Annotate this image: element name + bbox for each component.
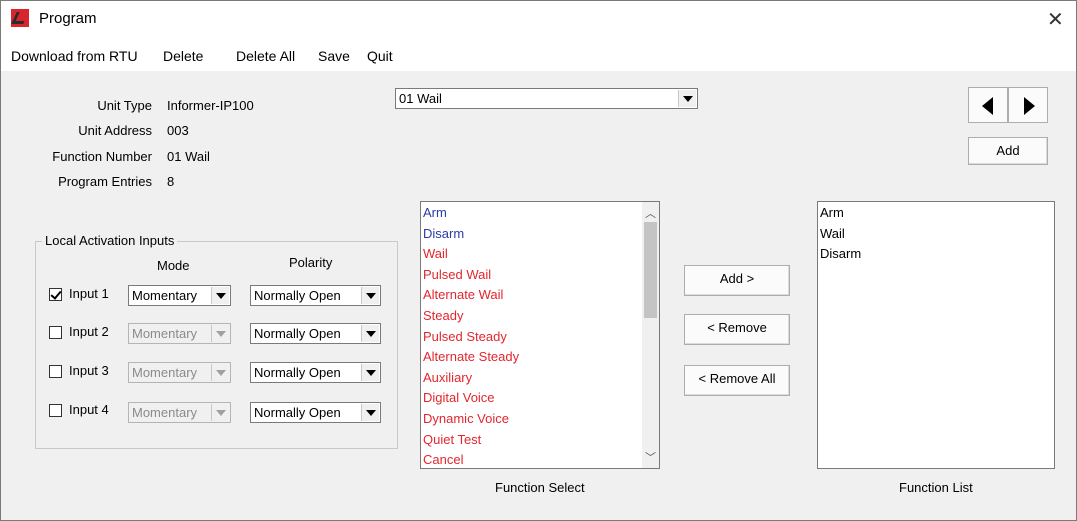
- menu-bar: Download from RTU Delete Delete All Save…: [1, 39, 1076, 71]
- function-select-item[interactable]: Disarm: [423, 226, 464, 242]
- function-select-item[interactable]: Quiet Test: [423, 432, 481, 448]
- input-3-mode-select: Momentary: [128, 362, 231, 383]
- function-select-item[interactable]: Auxiliary: [423, 370, 472, 386]
- function-select-item[interactable]: Dynamic Voice: [423, 411, 509, 427]
- input-2-mode-value: Momentary: [132, 326, 198, 341]
- title-bar: Program ✕: [1, 1, 1076, 39]
- input-4-label: Input 4: [69, 402, 109, 417]
- input-4-checkbox[interactable]: [49, 404, 62, 417]
- function-dropdown[interactable]: 01 Wail: [395, 88, 698, 109]
- input-1-checkbox[interactable]: [49, 288, 62, 301]
- chevron-down-icon: [211, 325, 229, 342]
- input-1-mode-select[interactable]: Momentary: [128, 285, 231, 306]
- scroll-up-icon[interactable]: ︿: [645, 205, 656, 221]
- polarity-header: Polarity: [289, 255, 333, 270]
- function-select-item[interactable]: Steady: [423, 308, 463, 324]
- chevron-down-icon[interactable]: [361, 364, 379, 381]
- add-item-button[interactable]: Add >: [684, 265, 790, 296]
- input-3-checkbox[interactable]: [49, 365, 62, 378]
- close-icon[interactable]: ✕: [1047, 7, 1064, 32]
- menu-download-from-rtu[interactable]: Download from RTU: [11, 48, 138, 64]
- remove-button[interactable]: < Remove: [684, 314, 790, 345]
- input-3-label: Input 3: [69, 363, 109, 378]
- input-3-mode-value: Momentary: [132, 365, 198, 380]
- input-2-checkbox[interactable]: [49, 326, 62, 339]
- input-2-label: Input 2: [69, 324, 109, 339]
- menu-save[interactable]: Save: [318, 48, 350, 64]
- function-select-item[interactable]: Wail: [423, 246, 448, 262]
- chevron-down-icon: [211, 364, 229, 381]
- input-3-polarity-value: Normally Open: [254, 365, 341, 380]
- remove-all-button[interactable]: < Remove All: [684, 365, 790, 396]
- function-number-value: 01 Wail: [167, 149, 210, 164]
- menu-quit[interactable]: Quit: [367, 48, 393, 64]
- function-select-item[interactable]: Pulsed Wail: [423, 267, 491, 283]
- function-select-item[interactable]: Arm: [423, 205, 447, 221]
- add-function-label: Add: [996, 143, 1020, 158]
- remove-all-label: < Remove All: [698, 371, 776, 386]
- scroll-thumb[interactable]: [644, 222, 657, 318]
- unit-address-value: 003: [167, 123, 189, 138]
- program-entries-value: 8: [167, 174, 175, 189]
- function-select-item[interactable]: Alternate Steady: [423, 349, 519, 365]
- function-select-item[interactable]: Digital Voice: [423, 390, 495, 406]
- arrow-left-icon: [982, 97, 993, 115]
- function-list-item[interactable]: Wail: [820, 226, 845, 242]
- chevron-down-icon[interactable]: [361, 325, 379, 342]
- function-list-item[interactable]: Arm: [820, 205, 844, 221]
- add-item-label: Add >: [719, 271, 755, 286]
- function-select-list[interactable]: ︿ ﹀ Arm Disarm Wail Pulsed Wail Alternate Wa…: [420, 201, 660, 469]
- remove-label: < Remove: [707, 320, 767, 335]
- input-4-mode-value: Momentary: [132, 405, 198, 420]
- arrow-right-icon: [1024, 97, 1035, 115]
- program-window: Program ✕ Download from RTU Delete Delet…: [0, 0, 1077, 521]
- function-number-label: Function Number: [52, 149, 152, 164]
- input-1-label: Input 1: [69, 286, 109, 301]
- chevron-down-icon: [211, 404, 229, 421]
- scroll-down-icon[interactable]: ﹀: [645, 449, 656, 465]
- next-button[interactable]: [1008, 87, 1048, 123]
- function-list[interactable]: Arm Wail Disarm: [817, 201, 1055, 469]
- function-dropdown-value: 01 Wail: [399, 91, 442, 106]
- app-logo-icon: [11, 9, 29, 27]
- input-1-mode-value: Momentary: [132, 288, 198, 303]
- window-title: Program: [39, 10, 97, 27]
- chevron-down-icon[interactable]: [211, 287, 229, 304]
- function-select-item[interactable]: Alternate Wail: [423, 287, 503, 303]
- menu-delete[interactable]: Delete: [163, 48, 203, 64]
- function-select-item[interactable]: Cancel: [423, 452, 463, 468]
- function-select-item[interactable]: Pulsed Steady: [423, 329, 507, 345]
- local-activation-inputs-title: Local Activation Inputs: [42, 233, 178, 248]
- input-1-polarity-value: Normally Open: [254, 288, 341, 303]
- mode-header: Mode: [157, 258, 190, 273]
- unit-address-label: Unit Address: [78, 123, 152, 138]
- chevron-down-icon[interactable]: [361, 404, 379, 421]
- unit-type-value: Informer-IP100: [167, 98, 254, 113]
- chevron-down-icon[interactable]: [678, 90, 696, 107]
- program-entries-label: Program Entries: [58, 174, 152, 189]
- function-list-caption: Function List: [899, 480, 973, 495]
- input-2-mode-select: Momentary: [128, 323, 231, 344]
- input-3-polarity-select[interactable]: Normally Open: [250, 362, 381, 383]
- chevron-down-icon[interactable]: [361, 287, 379, 304]
- menu-delete-all[interactable]: Delete All: [236, 48, 295, 64]
- input-4-mode-select: Momentary: [128, 402, 231, 423]
- function-select-caption: Function Select: [495, 480, 585, 495]
- input-4-polarity-select[interactable]: Normally Open: [250, 402, 381, 423]
- input-4-polarity-value: Normally Open: [254, 405, 341, 420]
- previous-button[interactable]: [968, 87, 1008, 123]
- add-function-button[interactable]: Add: [968, 137, 1048, 165]
- function-select-scrollbar[interactable]: ︿ ﹀: [642, 202, 659, 468]
- unit-type-label: Unit Type: [97, 98, 152, 113]
- input-2-polarity-value: Normally Open: [254, 326, 341, 341]
- function-list-item[interactable]: Disarm: [820, 246, 861, 262]
- input-1-polarity-select[interactable]: Normally Open: [250, 285, 381, 306]
- input-2-polarity-select[interactable]: Normally Open: [250, 323, 381, 344]
